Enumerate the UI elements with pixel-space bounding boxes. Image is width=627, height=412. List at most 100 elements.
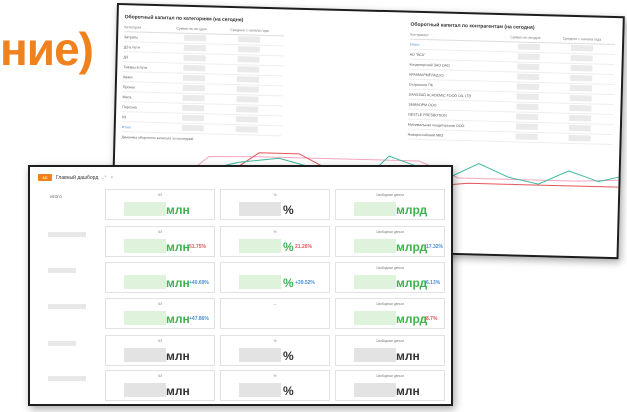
tile-value-redacted [354,311,396,325]
kpi-tile[interactable]: % +39.52% [220,262,330,293]
kpi-tile[interactable]: %% [220,370,330,401]
tile-value-redacted [239,383,281,397]
tile-value-redacted [124,202,166,216]
tile-value-redacted [124,275,166,289]
kpi-tile[interactable]: Свободные деньги млрд 17.32% [335,226,445,257]
kpi-tile[interactable]: ЧЗ млн 51.75% [105,226,215,257]
tile-value-redacted [124,383,166,397]
tile-caption: Свободные деньги [376,302,404,306]
tile-value-redacted [239,275,281,289]
slide-heading: ние) [0,23,94,75]
logo-1c: 1С [38,174,52,181]
tile-unit: млн [396,349,420,363]
tile-caption: Свободные деньги [376,374,404,378]
counterparty-row-label: NESTLE PRESBOTION [408,112,447,118]
row-label-redacted [48,304,86,309]
tile-unit: млн [396,384,420,398]
tile-delta: 8.7% [426,316,438,322]
kpi-tile[interactable]: Свободные деньги млн [335,335,445,366]
counterparty-row-label: Кондитерский ЗАО ОАО [409,62,450,68]
counterparty-value [508,113,561,121]
counterparty-value [508,103,561,111]
tile-unit: млн [166,312,190,326]
tile-caption: % [273,193,277,197]
kpi-tile[interactable]: ЧЗ млн +47.86% [105,298,215,329]
tile-unit: млрд [396,240,428,254]
counterparty-value [562,64,615,73]
kpi-tile[interactable]: %% [220,335,330,366]
category-value [174,104,228,113]
tile-value-redacted [239,202,281,216]
tile-unit: млн [166,203,190,217]
category-column-header: Среднее с начала года [230,27,269,33]
category-value [174,124,228,133]
tile-value-redacted [124,239,166,253]
counterparty-value [508,123,561,131]
kpi-tile[interactable]: Свободные деньги млн [335,370,445,401]
tile-delta: 17.32% [426,244,443,250]
counterparty-value [509,63,562,71]
category-value [228,126,282,134]
tile-value-redacted [354,383,396,397]
tile-delta: +47.86% [189,316,209,322]
counterparty-table-title: Оборотный капитал по контрагентам (на се… [410,21,535,31]
category-value [230,46,284,54]
kpi-tile[interactable]: %% [220,189,330,220]
tile-caption: Свободные деньги [376,193,404,197]
category-row-label: Персона [122,104,137,110]
tile-value-redacted [354,348,396,362]
kpi-tile[interactable]: ЧЗ млн [105,335,215,366]
kpi-tile[interactable]: — [220,298,330,329]
kpi-tile[interactable]: Свободные деньги млрд [335,189,445,220]
category-row-label: Прочее [122,84,136,90]
counterparty-row-label: Минимальная кондитерская ООО [407,122,465,128]
category-value [229,66,283,74]
tile-unit: % [283,203,294,217]
counterparty-table: Контрагент Сумма на сегодня Среднее с нача… [407,30,616,146]
counterparty-value [508,133,561,141]
category-row-label: Итого [121,124,132,129]
counterparty-row-label: КРАКМАРМЕЛАД КЗ [409,72,444,78]
tile-unit: млрд [396,203,428,217]
counterparty-column-header: Сумма на сегодня [510,35,541,41]
category-value [175,64,229,73]
category-column-header: Сумма на сегодня [176,26,207,32]
dashboard-header: 1С Главный дашборд ⤢ × [38,174,113,181]
tile-delta: +39.52% [295,280,315,286]
counterparty-value [562,54,615,63]
row-label-redacted [48,376,86,381]
counterparty-value [510,53,563,61]
category-value [175,74,229,83]
category-row-label: Маса [122,94,132,99]
category-value [229,86,283,94]
counterparty-value [560,124,613,133]
kpi-tile[interactable]: ЧЗ млн [105,370,215,401]
kpi-tile[interactable]: ЧЗ млн [105,189,215,220]
tile-caption: % [273,339,277,343]
tile-unit: млн [166,349,190,363]
category-value [176,34,230,43]
kpi-tile[interactable]: Свободные деньги млрд 6.13% [335,262,445,293]
tile-caption: ЧЗ [157,302,163,306]
counterparty-value [561,84,614,93]
tile-value-redacted [239,239,281,253]
tile-unit: млрд [396,276,428,290]
tile-value-redacted [239,348,281,362]
kpi-tile[interactable]: Свободные деньги млрд 8.7% [335,298,445,329]
tile-delta: 21.26% [295,244,312,250]
tile-delta: 51.75% [189,244,206,250]
counterparty-value [561,104,614,113]
tile-delta: 6.13% [426,280,441,286]
link-icon[interactable]: ⤢ [102,175,106,181]
counterparty-value [562,74,615,83]
tile-unit: млн [166,276,190,290]
kpi-tile[interactable]: %% 21.26% [220,226,330,257]
close-icon[interactable]: × [110,175,113,181]
kpi-tile[interactable]: млн +40.69% [105,262,215,293]
tile-caption: ЧЗ [157,339,163,343]
tile-value-redacted [124,348,166,362]
counterparty-value [561,94,614,103]
category-table: Категория Сумма на сегодня Среднее с начал… [121,23,285,137]
counterparty-value [561,114,614,123]
counterparty-row-label: АО "ВСК" [409,52,426,57]
